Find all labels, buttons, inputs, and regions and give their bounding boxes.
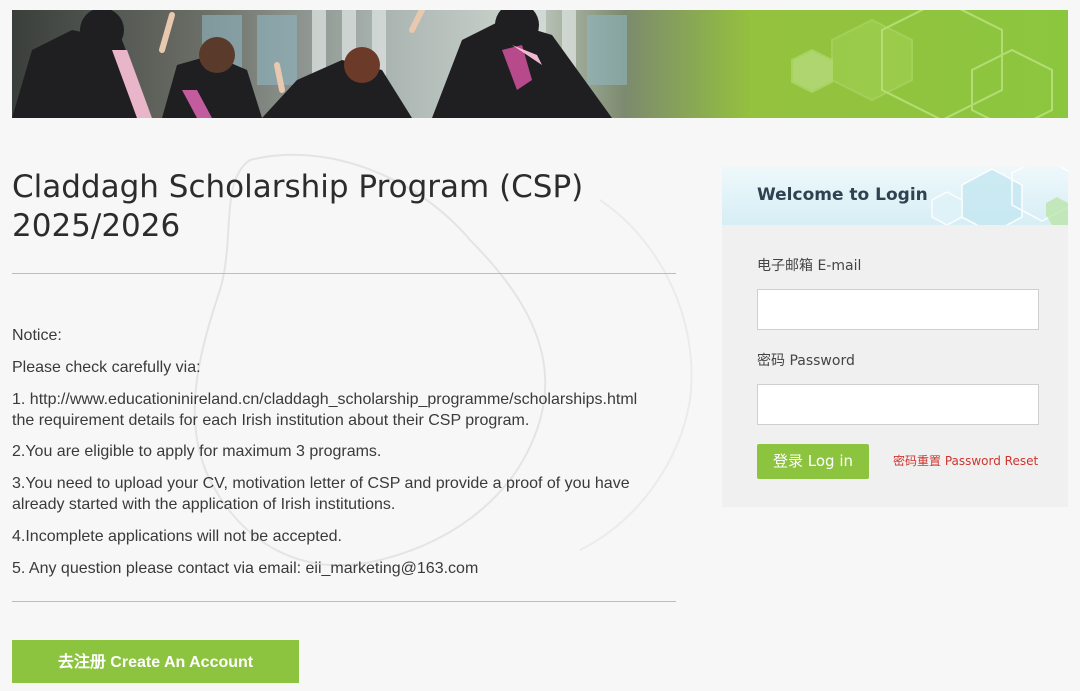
hexagon-decoration: [791, 10, 1053, 118]
notice-intro: Please check carefully via:: [12, 359, 201, 376]
notice-item-2: 2.You are eligible to apply for maximum …: [12, 443, 382, 460]
login-header: Welcome to Login: [722, 167, 1068, 225]
login-button[interactable]: 登录 Log in: [757, 444, 869, 479]
divider-bottom: [12, 601, 676, 602]
password-label: 密码 Password: [757, 353, 855, 369]
notice-item-3-line-1: 3.You need to upload your CV, motivation…: [12, 475, 630, 492]
password-field[interactable]: [757, 384, 1039, 425]
notice-item-5: 5. Any question please contact via email…: [12, 560, 479, 577]
notice-item-4: 4.Incomplete applications will not be ac…: [12, 528, 342, 545]
graduation-banner-image: [12, 10, 1053, 118]
notice-heading: Notice:: [12, 327, 62, 344]
notice-item-1-text: the requirement details for each Irish i…: [12, 412, 530, 429]
page-title: Claddagh Scholarship Program (CSP) 2025/…: [12, 169, 584, 244]
login-title: Welcome to Login: [757, 185, 928, 205]
divider-top: [12, 273, 676, 274]
graduation-banner: [12, 10, 1068, 118]
email-field[interactable]: [757, 289, 1039, 330]
login-panel: Welcome to Login 电子邮箱 E-mail 密码 Password…: [722, 167, 1068, 507]
email-label: 电子邮箱 E-mail: [757, 258, 862, 274]
notice-item-3-line-2: already started with the application of …: [12, 496, 396, 513]
password-reset-link[interactable]: 密码重置 Password Reset: [893, 452, 1038, 469]
notice-item-1-url: 1. http://www.educationinireland.cn/clad…: [12, 391, 638, 408]
create-account-button[interactable]: 去注册 Create An Account: [12, 640, 299, 683]
